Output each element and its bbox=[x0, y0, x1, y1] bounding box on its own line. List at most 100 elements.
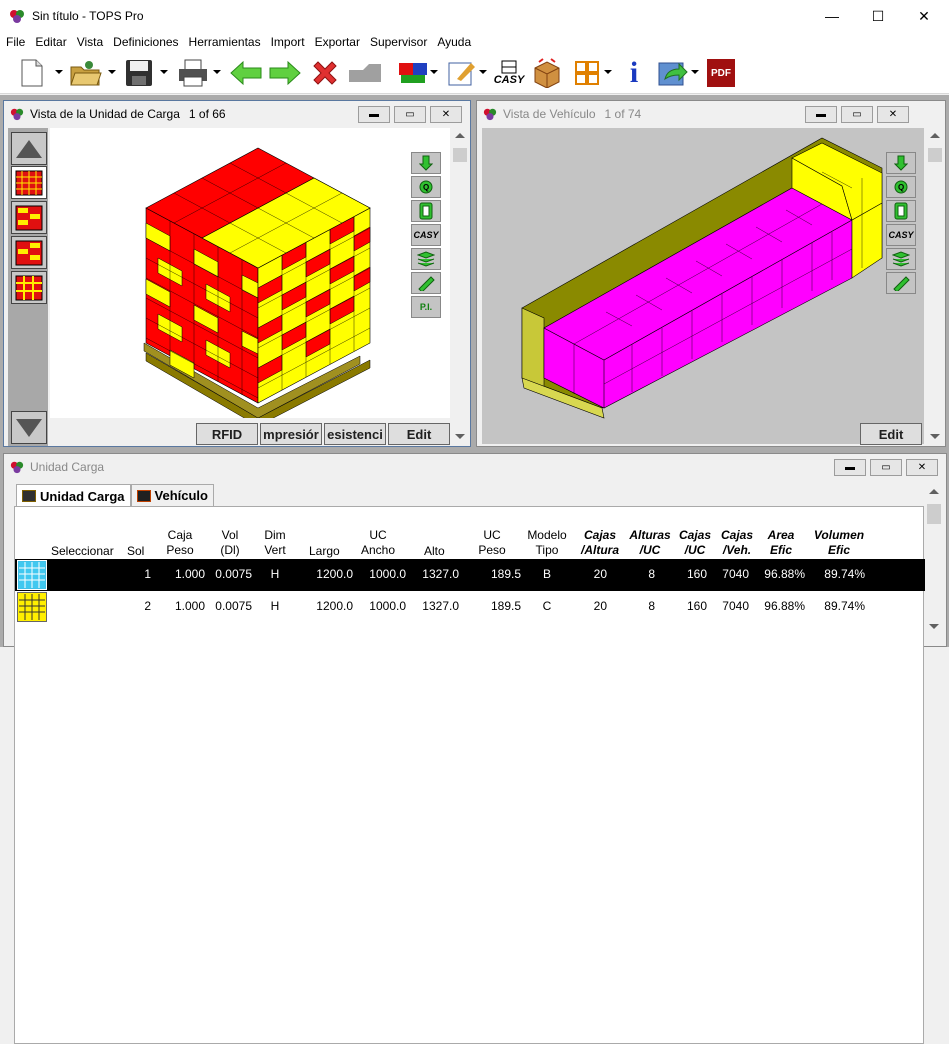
results-restore-button[interactable]: ▭ bbox=[870, 459, 902, 476]
scroll-up-arrow-icon[interactable] bbox=[929, 489, 939, 494]
maximize-button[interactable]: ☐ bbox=[855, 0, 901, 32]
move-down-button[interactable] bbox=[411, 152, 441, 174]
rfid-button[interactable]: RFID bbox=[196, 423, 258, 445]
vehicle-report-button[interactable] bbox=[886, 200, 916, 222]
menu-herramientas[interactable]: Herramientas bbox=[185, 35, 265, 49]
scroll-up-arrow-icon[interactable] bbox=[930, 133, 940, 138]
load-unit-view-window[interactable]: Vista de la Unidad de Carga 1 of 66 ▬ ▭ … bbox=[3, 100, 471, 447]
info-button[interactable]: i bbox=[620, 56, 648, 89]
layout-dropdown-icon[interactable] bbox=[604, 70, 612, 74]
layers-button[interactable] bbox=[411, 248, 441, 270]
pdf-button[interactable]: PDF bbox=[706, 57, 736, 89]
casy-button[interactable]: CASY bbox=[494, 57, 524, 89]
load-unit-scrollbar[interactable] bbox=[452, 128, 468, 446]
vehicle-scrollbar[interactable] bbox=[927, 128, 943, 446]
menu-editar[interactable]: Editar bbox=[31, 35, 70, 49]
export-dropdown-icon[interactable] bbox=[691, 70, 699, 74]
save-button[interactable] bbox=[122, 57, 156, 89]
tab-unidad-carga[interactable]: Unidad Carga bbox=[16, 484, 131, 507]
new-dropdown-icon[interactable] bbox=[55, 70, 63, 74]
pattern-type-d-button[interactable] bbox=[11, 271, 47, 304]
resistencia-button[interactable]: esistenci bbox=[324, 423, 386, 445]
menu-definiciones[interactable]: Definiciones bbox=[109, 35, 182, 49]
delete-button[interactable] bbox=[308, 57, 342, 89]
vehicle-view-controls: ▬ ▭ ✕ bbox=[805, 106, 909, 123]
menu-supervisor[interactable]: Supervisor bbox=[366, 35, 431, 49]
menu-vista[interactable]: Vista bbox=[73, 35, 107, 49]
scroll-up-arrow-icon[interactable] bbox=[455, 133, 465, 138]
print-dropdown-icon[interactable] bbox=[213, 70, 221, 74]
vehicle-close-button[interactable]: ✕ bbox=[877, 106, 909, 123]
pi-button[interactable]: P.I. bbox=[411, 296, 441, 318]
results-window[interactable]: Unidad Carga ▬ ▭ ✕ Unidad Carga Vehículo… bbox=[3, 453, 947, 1044]
scroll-thumb[interactable] bbox=[928, 148, 942, 162]
row-select-icon[interactable] bbox=[17, 560, 47, 590]
scroll-thumb[interactable] bbox=[453, 148, 467, 162]
restore-icon: ▭ bbox=[405, 109, 415, 120]
results-close-button[interactable]: ✕ bbox=[906, 459, 938, 476]
results-minimize-button[interactable]: ▬ bbox=[834, 459, 866, 476]
cell-tipo: C bbox=[542, 599, 552, 613]
load-unit-minimize-button[interactable]: ▬ bbox=[358, 106, 390, 123]
edit-notes-dropdown-icon[interactable] bbox=[479, 70, 487, 74]
open-dropdown-icon[interactable] bbox=[108, 70, 116, 74]
layout-button[interactable] bbox=[572, 57, 602, 89]
package-button[interactable] bbox=[530, 57, 564, 89]
truck-button[interactable] bbox=[346, 57, 386, 89]
layers-icon bbox=[892, 251, 910, 267]
table-row[interactable]: 1 1.000 0.0075 H 1200.0 1000.0 1327.0 18… bbox=[15, 559, 925, 591]
save-dropdown-icon[interactable] bbox=[160, 70, 168, 74]
tab-vehiculo[interactable]: Vehículo bbox=[130, 484, 214, 506]
scroll-down-button[interactable] bbox=[11, 411, 47, 444]
report-button[interactable] bbox=[411, 200, 441, 222]
vehicle-layers-button[interactable] bbox=[886, 248, 916, 270]
minimize-button[interactable]: — bbox=[809, 0, 855, 32]
vehicle-measure-button[interactable] bbox=[886, 272, 916, 294]
measure-button[interactable] bbox=[411, 272, 441, 294]
vehicle-minimize-button[interactable]: ▬ bbox=[805, 106, 837, 123]
results-titlebar[interactable]: Unidad Carga bbox=[4, 454, 946, 480]
table-row[interactable]: 2 1.000 0.0075 H 1200.0 1000.0 1327.0 18… bbox=[15, 591, 925, 623]
export-button[interactable] bbox=[656, 57, 690, 89]
header-alturas-uc: Alturas/UC bbox=[629, 528, 671, 557]
close-button[interactable]: ✕ bbox=[901, 0, 947, 32]
load-plan-dropdown-icon[interactable] bbox=[430, 70, 438, 74]
vehicle-rotate-button[interactable]: Q bbox=[886, 176, 916, 198]
load-unit-restore-button[interactable]: ▭ bbox=[394, 106, 426, 123]
vehicle-casy-button[interactable]: CASY bbox=[886, 224, 916, 246]
vehicle-edit-button[interactable]: Edit bbox=[860, 423, 922, 445]
vehicle-move-down-button[interactable] bbox=[886, 152, 916, 174]
menu-ayuda[interactable]: Ayuda bbox=[433, 35, 475, 49]
back-button[interactable] bbox=[228, 57, 264, 89]
new-button[interactable] bbox=[16, 57, 48, 89]
impresion-button[interactable]: mpresiór bbox=[260, 423, 322, 445]
scroll-down-arrow-icon[interactable] bbox=[929, 624, 939, 629]
vehicle-3d-view[interactable] bbox=[482, 128, 924, 444]
row-select-icon[interactable] bbox=[17, 592, 47, 622]
menu-file[interactable]: File bbox=[2, 35, 29, 49]
pallet-3d-view[interactable] bbox=[50, 128, 450, 427]
scroll-up-button[interactable] bbox=[11, 132, 47, 165]
menu-import[interactable]: Import bbox=[267, 35, 309, 49]
report-icon bbox=[894, 202, 908, 220]
scroll-thumb[interactable] bbox=[927, 504, 941, 524]
vehicle-restore-button[interactable]: ▭ bbox=[841, 106, 873, 123]
scroll-down-arrow-icon[interactable] bbox=[455, 434, 465, 439]
results-scrollbar[interactable] bbox=[926, 484, 942, 639]
casy-side-button[interactable]: CASY bbox=[411, 224, 441, 246]
load-plan-button[interactable] bbox=[396, 57, 430, 89]
print-button[interactable] bbox=[176, 57, 210, 89]
load-unit-edit-button[interactable]: Edit bbox=[388, 423, 450, 445]
pattern-type-b-button[interactable] bbox=[11, 201, 47, 234]
rotate-button[interactable]: Q bbox=[411, 176, 441, 198]
scroll-down-arrow-icon[interactable] bbox=[930, 434, 940, 439]
pattern-type-c-button[interactable] bbox=[11, 236, 47, 269]
menu-exportar[interactable]: Exportar bbox=[311, 35, 364, 49]
pattern-type-a-button[interactable] bbox=[11, 166, 47, 199]
load-unit-close-button[interactable]: ✕ bbox=[430, 106, 462, 123]
open-button[interactable] bbox=[68, 57, 104, 89]
edit-notes-button[interactable] bbox=[446, 57, 478, 89]
vehicle-view-window[interactable]: Vista de Vehículo 1 of 74 ▬ ▭ ✕ Q CASY E… bbox=[476, 100, 946, 447]
forward-button[interactable] bbox=[267, 57, 303, 89]
cell-caja-peso: 1.000 bbox=[174, 599, 205, 613]
